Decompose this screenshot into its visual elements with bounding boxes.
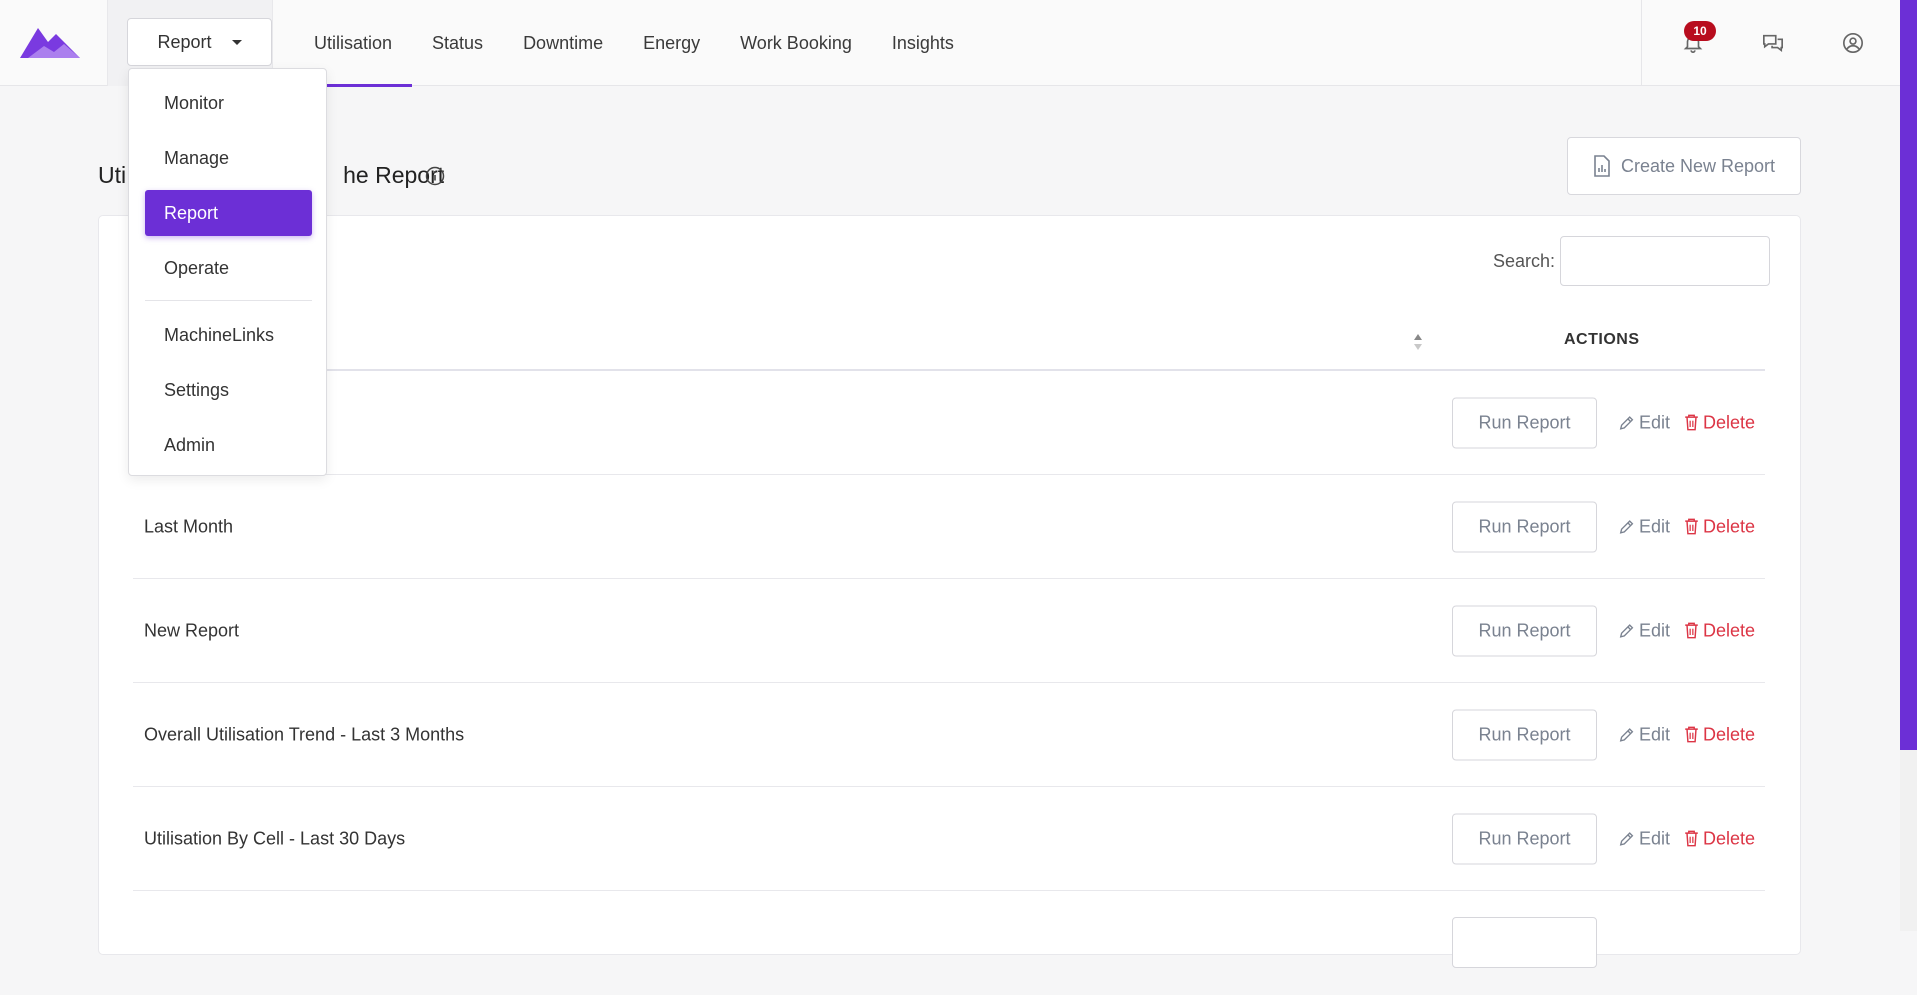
tab-work-booking[interactable]: Work Booking [720,0,872,86]
report-name[interactable]: Utilisation By Cell - Last 30 Days [144,828,405,849]
table-row: d - Month To DateRun ReportEditDelete [133,371,1765,475]
pencil-icon [1619,416,1634,430]
menu-item-label: Manage [164,147,230,168]
run-report-button[interactable]: Run Report [1452,605,1597,656]
run-report-label: Run Report [1478,724,1571,744]
run-report-label: Run Report [1478,620,1571,640]
tab-insights[interactable]: Insights [872,0,974,86]
report-name[interactable]: Overall Utilisation Trend - Last 3 Month… [144,724,464,745]
sort-icon[interactable] [1413,333,1423,351]
create-new-report-button[interactable]: Create New Report [1567,137,1801,195]
tab-label: Energy [643,32,701,53]
menu-item-monitor[interactable]: Monitor [145,80,312,126]
table-row-partial [133,891,1765,995]
menu-item-label: Monitor [164,92,225,113]
trash-icon [1685,726,1698,743]
notification-badge: 10 [1684,21,1716,41]
pencil-icon [1619,520,1634,534]
delete-link[interactable]: Delete [1683,412,1755,433]
tab-label: Status [432,32,484,53]
delete-link[interactable]: Delete [1683,516,1755,537]
delete-link[interactable]: Delete [1683,724,1755,745]
run-report-button[interactable]: Run Report [1452,813,1597,864]
edit-link[interactable]: Edit [1618,724,1670,745]
chat-icon[interactable] [1760,30,1786,56]
tab-status[interactable]: Status [412,0,503,86]
trash-icon [1685,830,1698,847]
edit-link[interactable]: Edit [1618,516,1670,537]
scrollbar-thumb[interactable] [1900,0,1917,750]
caret-down-icon [231,39,242,45]
menu-item-label: MachineLinks [164,324,275,345]
edit-link[interactable]: Edit [1618,828,1670,849]
menu-item-operate[interactable]: Operate [145,245,312,291]
table-row: Overall Utilisation Trend - Last 3 Month… [133,683,1765,787]
menu-item-manage[interactable]: Manage [145,135,312,181]
tab-downtime[interactable]: Downtime [503,0,623,86]
trash-icon [1685,518,1698,535]
menu-item-machinelinks[interactable]: MachineLinks [145,312,312,358]
report-name[interactable]: New Report [144,620,239,641]
edit-label: Edit [1639,412,1671,432]
menu-item-label: Settings [164,379,230,400]
tab-label: Work Booking [740,32,852,53]
tab-label: Downtime [523,32,604,53]
module-dropdown-menu: Monitor Manage Report Operate MachineLin… [128,68,327,476]
table-row: Last Month Run Report Edit Delete [133,475,1765,579]
search-input[interactable] [1560,236,1770,286]
run-report-label: Run Report [1478,516,1571,536]
module-selector-button[interactable]: Report [127,18,272,66]
menu-item-label: Report [164,202,219,223]
run-report-label: Run Report [1478,828,1571,848]
menu-item-settings[interactable]: Settings [145,367,312,413]
page-title-left: Uti [98,162,127,188]
actions-column-header: ACTIONS [1564,331,1640,348]
module-selector-label: Report [157,31,212,52]
menu-item-label: Admin [164,434,216,455]
delete-link[interactable]: Delete [1683,620,1755,641]
edit-label: Edit [1639,828,1671,848]
run-report-button[interactable] [1452,917,1597,968]
table-row: Utilisation By Cell - Last 30 Days Run Re… [133,787,1765,891]
delete-label: Delete [1703,828,1756,848]
search-label: Search: [1493,251,1556,271]
trash-icon [1685,414,1698,431]
edit-link[interactable]: Edit [1618,412,1670,433]
delete-label: Delete [1703,516,1756,536]
logo-icon[interactable] [18,22,82,62]
delete-label: Delete [1703,412,1756,432]
pencil-icon [1619,624,1634,638]
menu-divider [145,300,312,301]
menu-item-admin[interactable]: Admin [145,422,312,468]
delete-label: Delete [1703,724,1756,744]
run-report-button[interactable]: Run Report [1452,397,1597,448]
edit-link[interactable]: Edit [1618,620,1670,641]
create-new-report-label: Create New Report [1620,155,1776,176]
pencil-icon [1619,728,1634,742]
delete-label: Delete [1703,620,1756,640]
run-report-button[interactable]: Run Report [1452,501,1597,552]
run-report-button[interactable]: Run Report [1452,709,1597,760]
pencil-icon [1619,832,1634,846]
file-chart-icon [1594,155,1610,177]
report-name[interactable]: Last Month [144,516,233,537]
info-icon[interactable] [425,166,445,186]
menu-item-report[interactable]: Report [145,190,312,236]
edit-label: Edit [1639,620,1671,640]
tab-energy[interactable]: Energy [623,0,720,86]
menu-item-label: Operate [164,257,230,278]
table-row: New Report Run Report Edit Delete [133,579,1765,683]
trash-icon [1685,622,1698,639]
delete-link[interactable]: Delete [1683,828,1755,849]
user-circle-icon[interactable] [1840,30,1866,56]
tab-label: Utilisation [314,32,393,53]
main-nav: Utilisation Status Downtime Energy Work … [294,0,974,87]
tab-label: Insights [891,32,954,53]
edit-label: Edit [1639,724,1671,744]
edit-label: Edit [1639,516,1671,536]
run-report-label: Run Report [1478,412,1571,432]
